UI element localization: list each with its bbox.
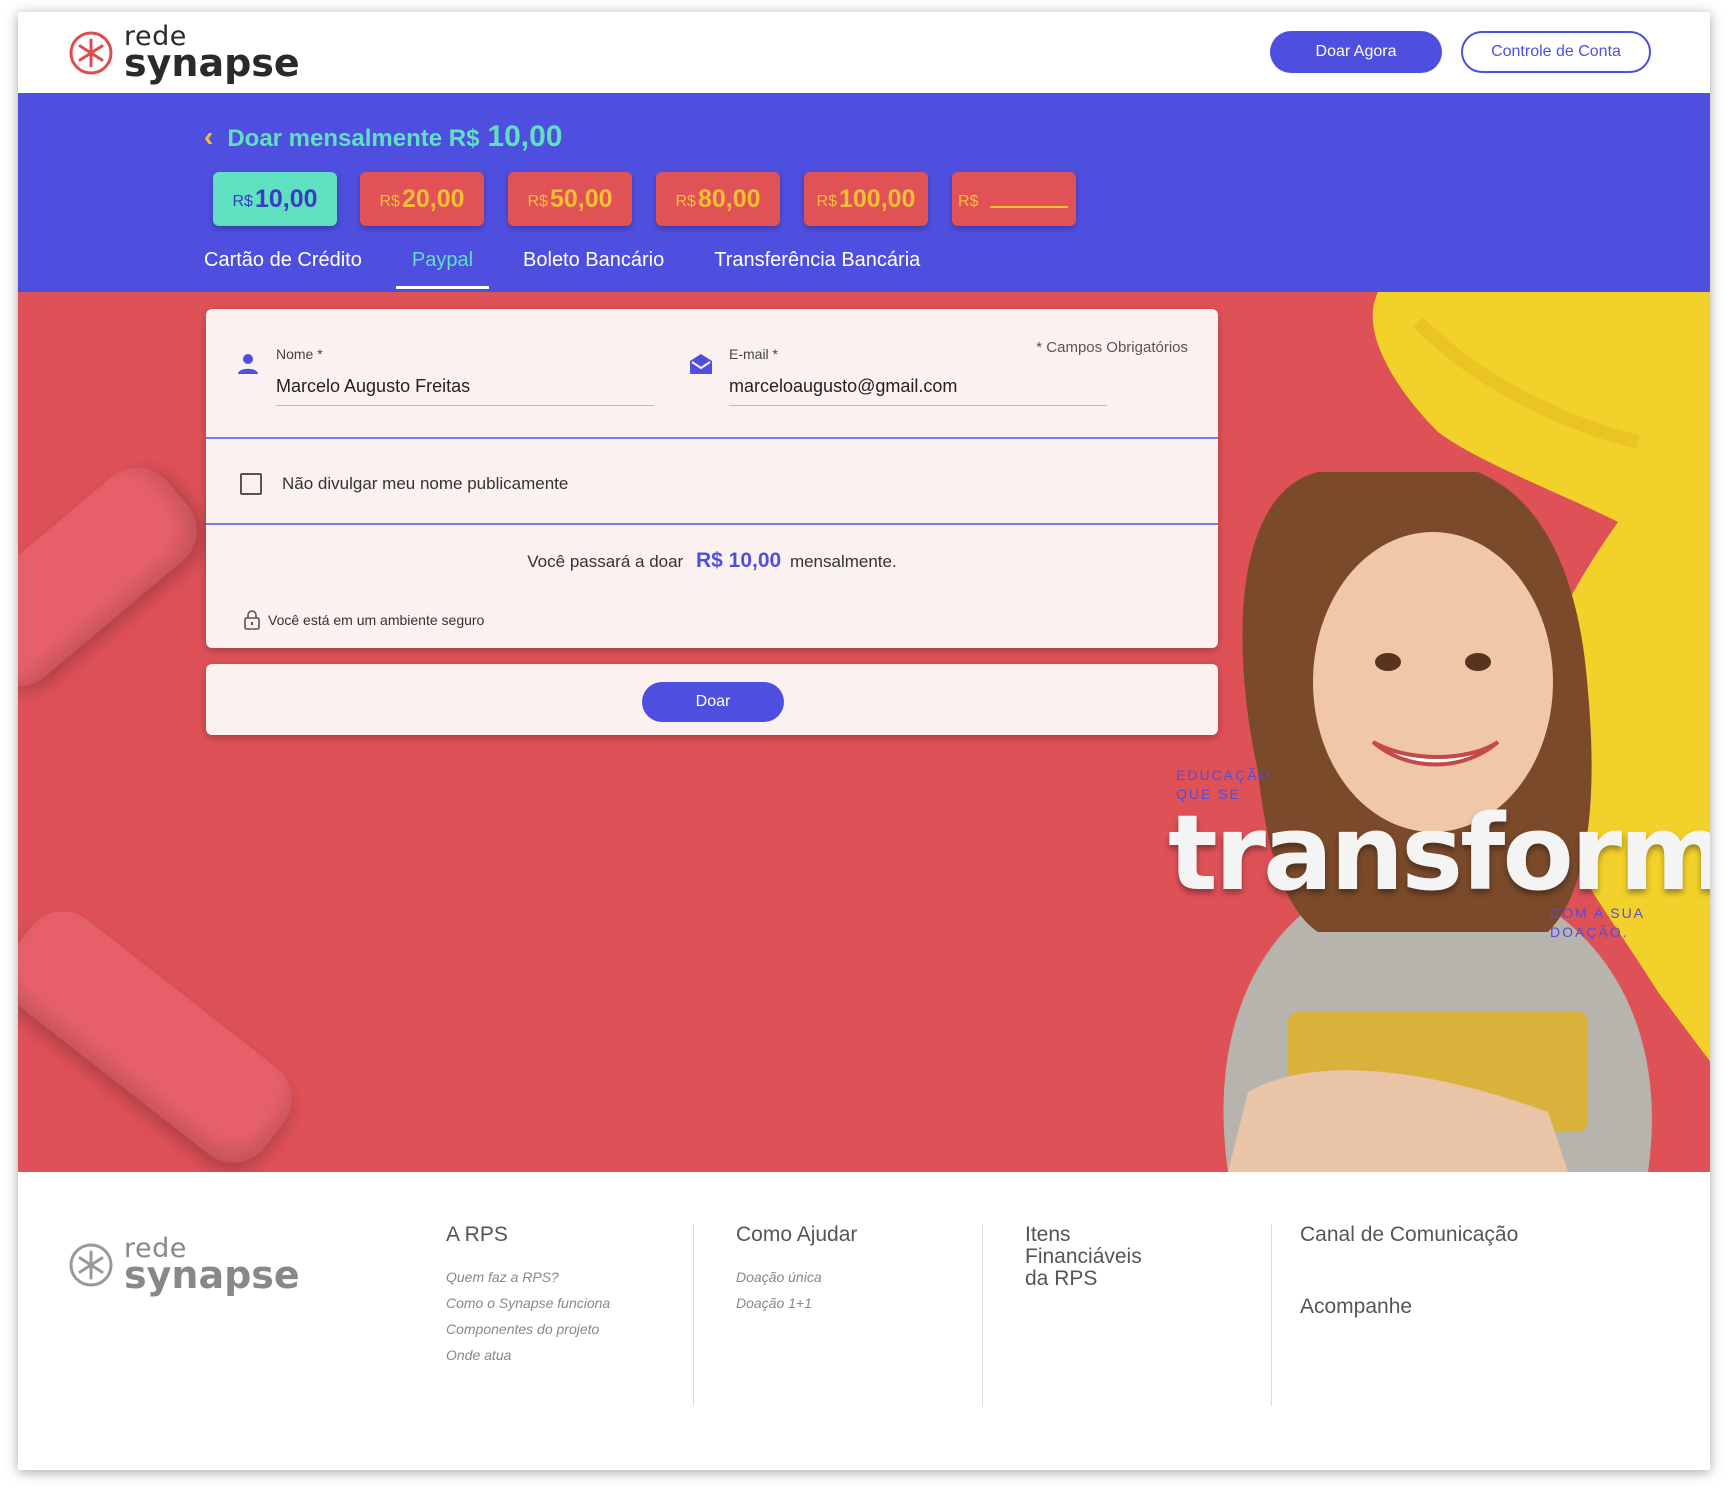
footer-link[interactable]: Doação única bbox=[736, 1264, 976, 1290]
donation-title: Doar mensalmente R$ bbox=[227, 125, 480, 152]
amount-option-10[interactable]: R$ 10,00 bbox=[213, 172, 337, 226]
summary-suffix: mensalmente. bbox=[789, 552, 897, 571]
envelope-icon bbox=[690, 354, 712, 374]
currency-symbol: R$ bbox=[379, 192, 400, 210]
footer-link[interactable]: Componentes do projeto bbox=[446, 1316, 708, 1342]
tab-bank-transfer[interactable]: Transferência Bancária bbox=[698, 241, 936, 289]
required-fields-note: * Campos Obrigatórios bbox=[1036, 339, 1188, 356]
footer-heading-items-2: Financiáveis bbox=[1025, 1245, 1142, 1268]
summary-prefix: Você passará a doar bbox=[527, 552, 684, 571]
amount-value: 20,00 bbox=[401, 184, 465, 213]
secure-text: Você está em um ambiente seguro bbox=[268, 612, 485, 628]
submit-card: Doar bbox=[206, 664, 1218, 735]
footer-heading-how-to-help: Como Ajudar bbox=[736, 1223, 858, 1246]
slogan-main: transforma bbox=[1168, 792, 1710, 914]
brand-logo[interactable]: rede synapse bbox=[68, 23, 300, 86]
currency-symbol: R$ bbox=[958, 192, 979, 210]
donate-submit-button[interactable]: Doar bbox=[642, 682, 784, 722]
footer-heading-rps: A RPS bbox=[446, 1223, 508, 1246]
footer-logo[interactable]: rede synapse bbox=[68, 1235, 300, 1298]
slogan-top-line1: EDUCAÇÃO bbox=[1176, 767, 1272, 783]
custom-amount-input[interactable]: R$ bbox=[952, 172, 1076, 226]
footer-heading-communication[interactable]: Canal de Comunicação bbox=[1300, 1224, 1680, 1246]
currency-symbol: R$ bbox=[675, 192, 696, 210]
lock-icon bbox=[244, 610, 260, 630]
summary-amount: R$ 10,00 bbox=[695, 549, 782, 572]
tab-bank-slip[interactable]: Boleto Bancário bbox=[507, 241, 680, 289]
email-input[interactable]: marceloaugusto@gmail.com bbox=[729, 376, 1107, 406]
footer-heading-items-1: Itens bbox=[1025, 1223, 1071, 1246]
plasticine-shape bbox=[18, 451, 213, 703]
plasticine-shape bbox=[18, 895, 308, 1172]
donation-header: ‹ Doar mensalmente R$ 10,00 bbox=[204, 120, 563, 154]
secure-notice: Você está em um ambiente seguro bbox=[244, 610, 484, 630]
donation-title-amount: 10,00 bbox=[487, 120, 563, 153]
anonymous-checkbox[interactable] bbox=[240, 473, 262, 495]
amount-value: 50,00 bbox=[549, 184, 613, 213]
amount-option-80[interactable]: R$ 80,00 bbox=[656, 172, 780, 226]
name-label: Nome * bbox=[276, 346, 323, 362]
amount-value: 100,00 bbox=[838, 184, 916, 213]
account-control-button[interactable]: Controle de Conta bbox=[1461, 31, 1651, 73]
footer-link[interactable]: Quem faz a RPS? bbox=[446, 1264, 708, 1290]
footer-heading-items-3: da RPS bbox=[1025, 1267, 1098, 1290]
payment-method-tabs: Cartão de Crédito Paypal Boleto Bancário… bbox=[204, 241, 954, 289]
footer-heading-follow[interactable]: Acompanhe bbox=[1300, 1296, 1680, 1318]
slogan-bottom: COM A SUA DOAÇÃO. bbox=[1550, 904, 1645, 942]
footer-column-how-to-help: Como Ajudar Doação única Doação 1+1 bbox=[693, 1224, 976, 1406]
person-icon bbox=[238, 354, 258, 374]
currency-symbol: R$ bbox=[816, 192, 837, 210]
footer-column-fundable-items: Itens Financiáveis da RPS bbox=[982, 1224, 1265, 1406]
donate-now-button[interactable]: Doar Agora bbox=[1270, 31, 1442, 73]
form-divider bbox=[206, 523, 1218, 525]
currency-symbol: R$ bbox=[527, 192, 548, 210]
top-header: rede synapse Doar Agora Controle de Cont… bbox=[18, 12, 1710, 93]
amount-option-50[interactable]: R$ 50,00 bbox=[508, 172, 632, 226]
footer-logo-synapse: synapse bbox=[124, 1253, 300, 1298]
amount-value: 80,00 bbox=[697, 184, 761, 213]
footer-link[interactable]: Doação 1+1 bbox=[736, 1290, 976, 1316]
page-frame: rede synapse Doar Agora Controle de Cont… bbox=[18, 12, 1710, 1470]
footer-column-rps: A RPS Quem faz a RPS? Como o Synapse fun… bbox=[446, 1224, 708, 1406]
footer-column-communication: Canal de Comunicação Acompanhe bbox=[1271, 1224, 1680, 1406]
page-footer: rede synapse A RPS Quem faz a RPS? Como … bbox=[18, 1172, 1710, 1470]
email-label: E-mail * bbox=[729, 346, 779, 362]
anonymous-label: Não divulgar meu nome publicamente bbox=[282, 474, 569, 493]
amount-option-100[interactable]: R$ 100,00 bbox=[804, 172, 928, 226]
anonymous-option[interactable]: Não divulgar meu nome publicamente bbox=[240, 473, 568, 495]
form-divider bbox=[206, 437, 1218, 439]
tab-credit-card[interactable]: Cartão de Crédito bbox=[204, 241, 378, 289]
chevron-left-icon[interactable]: ‹ bbox=[204, 123, 213, 151]
currency-symbol: R$ bbox=[232, 192, 253, 210]
donor-form-card: * Campos Obrigatórios Nome * Marcelo Aug… bbox=[206, 309, 1218, 648]
donation-band: ‹ Doar mensalmente R$ 10,00 R$ 10,00 R$ … bbox=[18, 93, 1710, 292]
synapse-logo-icon bbox=[69, 31, 113, 75]
amount-value: 10,00 bbox=[254, 184, 318, 213]
footer-link[interactable]: Onde atua bbox=[446, 1342, 708, 1368]
synapse-logo-icon bbox=[69, 1243, 113, 1287]
footer-link[interactable]: Como o Synapse funciona bbox=[446, 1290, 708, 1316]
slogan-bottom-line1: COM A SUA bbox=[1550, 905, 1646, 921]
amount-option-20[interactable]: R$ 20,00 bbox=[360, 172, 484, 226]
donation-summary: Você passará a doar R$ 10,00 mensalmente… bbox=[206, 549, 1218, 573]
custom-amount-underline bbox=[990, 206, 1069, 208]
slogan-bottom-line2: DOAÇÃO. bbox=[1550, 924, 1629, 940]
tab-paypal[interactable]: Paypal bbox=[395, 241, 490, 289]
logo-text-synapse: synapse bbox=[124, 41, 300, 86]
name-input[interactable]: Marcelo Augusto Freitas bbox=[276, 376, 654, 406]
